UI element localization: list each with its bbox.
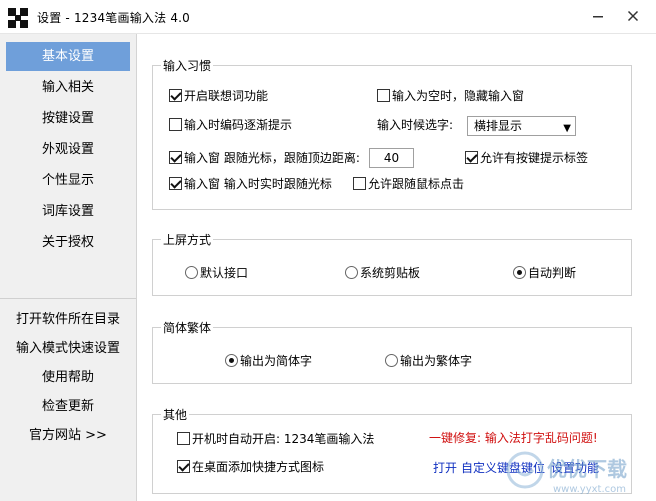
mouse-follow-check[interactable] [353,177,366,190]
follow-cursor-check[interactable] [169,151,182,164]
group-title-commit: 上屏方式 [161,231,214,248]
simplified-label: 输出为简体字 [240,354,313,368]
commit-default-dot[interactable] [185,266,198,279]
commit-clipboard-label: 系统剪贴板 [360,266,421,280]
settings-content: 输入习惯 开启联想词功能 输入为空时，隐藏输入窗 输入时编码逐渐提示 输入时候选… [137,34,656,501]
sidebar-item-dictionary[interactable]: 词库设置 [6,197,130,226]
sidebar-item-appearance[interactable]: 外观设置 [6,135,130,164]
mouse-follow-checkbox[interactable]: 允许跟随鼠标点击 [353,177,464,191]
watermark-text: 优优下载 [547,457,627,481]
quick-mode-link[interactable]: 输入模式快速设置 [6,334,130,363]
autostart-checkbox[interactable]: 开机时自动开启: 1234笔画输入法 [177,432,374,446]
input-habits-group: 输入习惯 开启联想词功能 输入为空时，隐藏输入窗 输入时编码逐渐提示 输入时候选… [152,57,632,210]
repair-link[interactable]: 一键修复: 输入法打字乱码问题! [429,431,598,445]
distance-input[interactable]: 40 [369,148,414,168]
window-title: 设置 - 1234笔画输入法 4.0 [37,11,190,25]
association-checkbox[interactable]: 开启联想词功能 [169,89,268,103]
official-site-link[interactable]: 官方网站 >> [6,421,130,450]
follow-cursor-label: 输入窗 跟随光标，跟随顶边距离: [184,151,360,165]
commit-clipboard-radio[interactable]: 系统剪贴板 [345,266,420,280]
sidebar-item-basic[interactable]: 基本设置 [6,42,130,71]
traditional-radio[interactable]: 输出为繁体字 [385,354,472,368]
association-label: 开启联想词功能 [184,89,269,103]
sidebar-item-personal[interactable]: 个性显示 [6,166,130,195]
minimize-button[interactable] [586,6,610,26]
autostart-check[interactable] [177,432,190,445]
commit-default-radio[interactable]: 默认接口 [185,266,248,280]
title-bar: 设置 - 1234笔画输入法 4.0 [0,0,656,34]
progressive-hint-check[interactable] [169,118,182,131]
desktop-shortcut-check[interactable] [177,460,190,473]
progressive-hint-checkbox[interactable]: 输入时编码逐渐提示 [169,118,292,132]
hide-empty-check[interactable] [377,89,390,102]
commit-auto-label: 自动判断 [528,266,577,280]
commit-clipboard-dot[interactable] [345,266,358,279]
close-button[interactable] [621,6,645,26]
follow-cursor-checkbox[interactable]: 输入窗 跟随光标，跟随顶边距离: [169,151,360,165]
progressive-hint-label: 输入时编码逐渐提示 [184,118,293,132]
close-icon [627,10,639,22]
commit-auto-radio[interactable]: 自动判断 [513,266,576,280]
sidebar-item-about[interactable]: 关于授权 [6,228,130,257]
help-link[interactable]: 使用帮助 [6,363,130,392]
hide-empty-checkbox[interactable]: 输入为空时，隐藏输入窗 [377,89,524,103]
commit-auto-dot[interactable] [513,266,526,279]
realtime-follow-checkbox[interactable]: 输入窗 输入时实时跟随光标 [169,177,332,191]
check-update-link[interactable]: 检查更新 [6,392,130,421]
desktop-shortcut-checkbox[interactable]: 在桌面添加快捷方式图标 [177,460,324,474]
traditional-dot[interactable] [385,354,398,367]
candidate-layout-value: 横排显示 [474,119,523,133]
key-hint-label: 允许有按键提示标签 [480,151,589,165]
autostart-label: 开机时自动开启: 1234笔画输入法 [192,432,375,446]
chevron-down-icon: ▼ [563,123,571,134]
realtime-follow-check[interactable] [169,177,182,190]
minimize-icon [593,16,603,18]
open-link[interactable]: 打开 [433,461,457,475]
key-hint-checkbox[interactable]: 允许有按键提示标签 [465,151,588,165]
group-title-habits: 输入习惯 [161,57,214,74]
sidebar-divider [0,298,136,299]
candidate-layout-select[interactable]: 横排显示 ▼ [467,116,576,136]
sidebar: 基本设置 输入相关 按键设置 外观设置 个性显示 词库设置 关于授权 打开软件所… [0,34,137,501]
mouse-follow-label: 允许跟随鼠标点击 [368,177,465,191]
traditional-label: 输出为繁体字 [400,354,473,368]
sidebar-item-input[interactable]: 输入相关 [6,73,130,102]
group-title-script: 简体繁体 [161,319,214,336]
candidate-label: 输入时候选字: [377,118,454,132]
watermark-url: www.yyxt.com [553,484,626,495]
simplified-dot[interactable] [225,354,238,367]
desktop-shortcut-label: 在桌面添加快捷方式图标 [192,460,325,474]
sidebar-item-keys[interactable]: 按键设置 [6,104,130,133]
realtime-follow-label: 输入窗 输入时实时跟随光标 [184,177,332,191]
script-output-group: 简体繁体 输出为简体字 输出为繁体字 [152,319,632,384]
open-folder-link[interactable]: 打开软件所在目录 [6,305,130,334]
simplified-radio[interactable]: 输出为简体字 [225,354,312,368]
key-hint-check[interactable] [465,151,478,164]
hide-empty-label: 输入为空时，隐藏输入窗 [392,89,525,103]
association-check[interactable] [169,89,182,102]
watermark-logo: 优优下载 www.yyxt.com [506,451,627,495]
app-logo-icon [8,8,28,28]
group-title-other: 其他 [161,406,190,423]
commit-method-group: 上屏方式 默认接口 系统剪贴板 自动判断 [152,231,632,296]
commit-default-label: 默认接口 [200,266,249,280]
